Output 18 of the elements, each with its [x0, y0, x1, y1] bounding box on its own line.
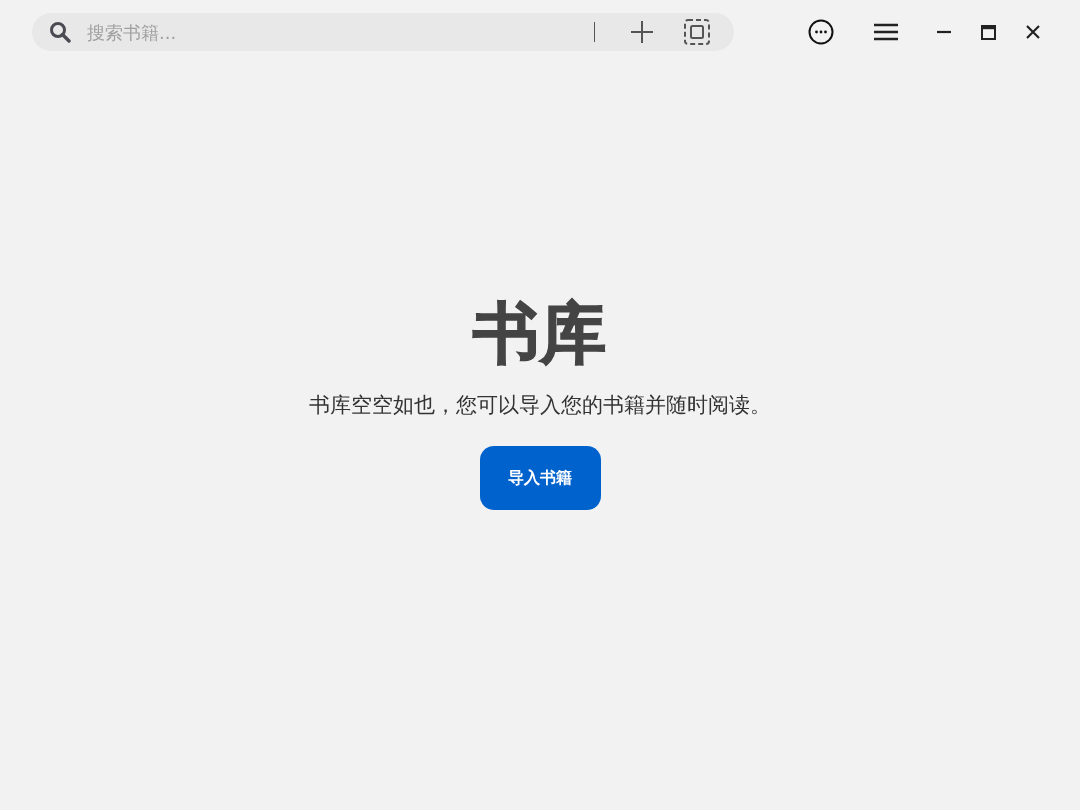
import-books-button[interactable]: 导入书籍	[479, 446, 601, 510]
close-icon	[1026, 25, 1040, 39]
close-button[interactable]	[1026, 25, 1040, 39]
search-field[interactable]: 搜索书籍...	[87, 18, 594, 46]
empty-library-message: 书库空空如也，您可以导入您的书籍并随时阅读。	[309, 392, 771, 418]
maximize-button[interactable]	[981, 24, 996, 40]
more-button[interactable]	[808, 19, 834, 45]
scan-icon	[684, 19, 710, 45]
add-button[interactable]	[631, 21, 653, 43]
maximize-icon	[981, 24, 996, 40]
plus-icon	[631, 21, 653, 43]
search-bar[interactable]: 搜索书籍...	[32, 13, 734, 51]
menu-button[interactable]	[874, 23, 898, 41]
more-icon	[808, 19, 834, 45]
scan-button[interactable]	[684, 19, 710, 45]
search-icon	[49, 21, 71, 43]
menu-icon	[874, 23, 898, 41]
library-title: 书库	[473, 294, 607, 374]
